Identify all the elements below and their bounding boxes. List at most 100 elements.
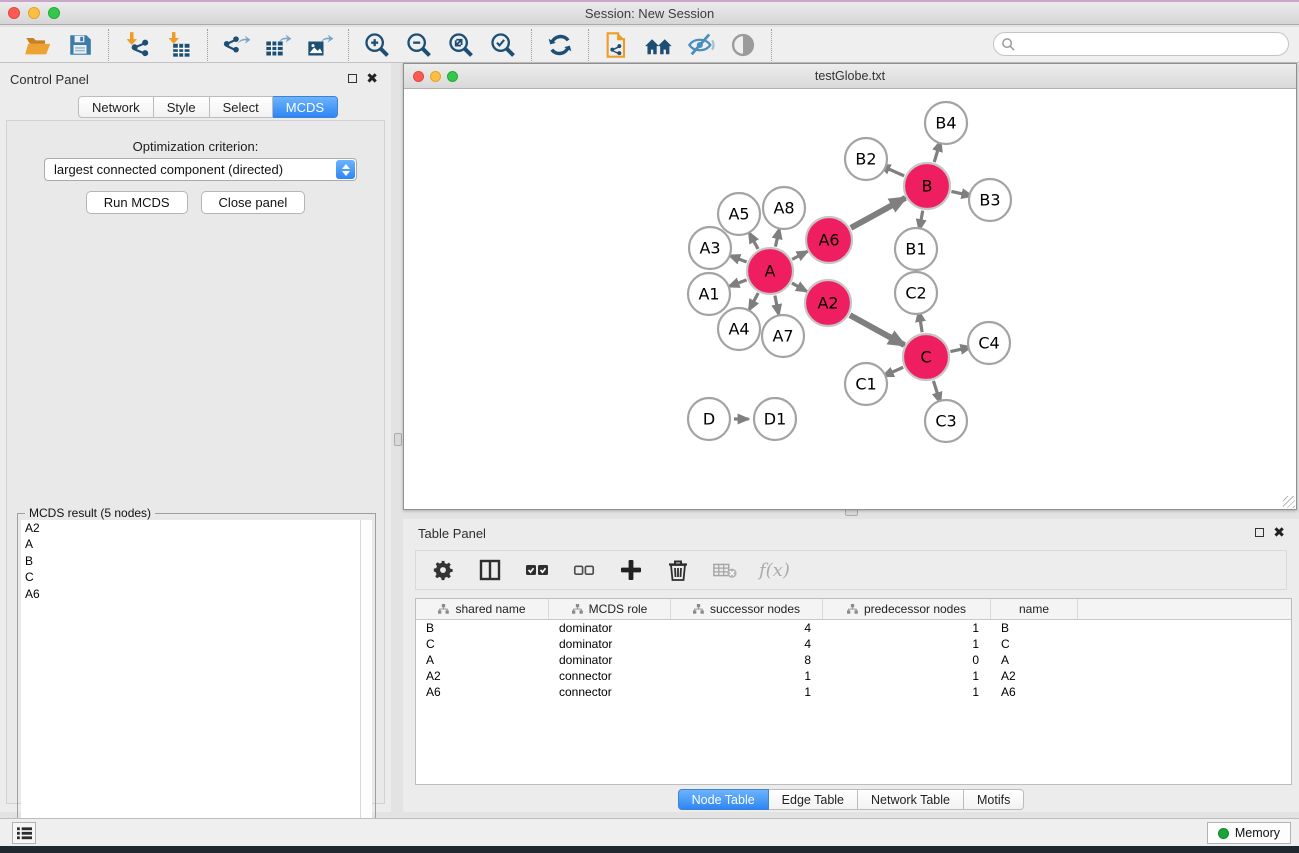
cell-name: C <box>991 636 1078 652</box>
control-panel-tabs: NetworkStyleSelectMCDS <box>78 96 338 118</box>
function-builder-icon[interactable]: f(x) <box>759 560 790 581</box>
select-stepper-icon <box>336 160 355 179</box>
mcds-result-item[interactable]: C <box>21 569 360 585</box>
graph-node-label: A2 <box>817 294 838 313</box>
cell-predecessor: 1 <box>823 684 991 700</box>
table-row[interactable]: A6connector11A6 <box>416 684 1291 700</box>
memory-button[interactable]: Memory <box>1207 822 1291 844</box>
table-row[interactable]: Cdominator41C <box>416 636 1291 652</box>
show-all-icon[interactable] <box>728 30 758 60</box>
close-table-panel-icon[interactable]: ✖ <box>1273 527 1285 537</box>
mcds-result-list[interactable]: A2ABCA6 <box>21 520 360 852</box>
open-file-icon[interactable] <box>23 30 53 60</box>
network-view-window: testGlobe.txt AA1A2A3A4A5A6A7A8BB1B2B3B4… <box>403 63 1297 510</box>
cell-predecessor: 0 <box>823 652 991 668</box>
graph-node-label: A7 <box>772 327 793 346</box>
table-row[interactable]: Adominator80A <box>416 652 1291 668</box>
graph-node-label: C3 <box>935 412 956 431</box>
close-panel-button[interactable]: Close panel <box>201 191 306 214</box>
criterion-select[interactable]: largest connected component (directed) <box>44 158 357 181</box>
mcds-result-item[interactable]: A <box>21 536 360 552</box>
vertical-divider-grip[interactable] <box>394 433 402 446</box>
graph-edge-A-A3[interactable] <box>729 255 746 262</box>
float-table-panel-icon[interactable] <box>1255 528 1264 537</box>
zoom-fit-icon[interactable] <box>446 30 476 60</box>
delete-table-icon[interactable] <box>712 557 738 583</box>
table-header-row: shared nameMCDS rolesuccessor nodesprede… <box>416 599 1291 620</box>
tab-network[interactable]: Network <box>78 96 154 118</box>
mcds-result-item[interactable]: B <box>21 553 360 569</box>
graph-edge-A-A8[interactable] <box>775 228 779 246</box>
table-body: Bdominator41BCdominator41CAdominator80AA… <box>416 620 1291 700</box>
cell-shared_name: A6 <box>416 684 549 700</box>
table-settings-icon[interactable] <box>430 557 456 583</box>
save-session-icon[interactable] <box>65 30 95 60</box>
deselect-all-icon[interactable] <box>571 557 597 583</box>
graph-node-label: C1 <box>855 375 876 394</box>
graph-edge-A-A1[interactable] <box>729 280 747 287</box>
cell-name: A <box>991 652 1078 668</box>
window-resize-grip[interactable] <box>1283 496 1295 508</box>
zoom-out-icon[interactable] <box>404 30 434 60</box>
import-table-icon[interactable] <box>164 30 194 60</box>
tab-network-table[interactable]: Network Table <box>858 789 964 810</box>
graph-edge-A6-B[interactable] <box>851 198 906 228</box>
column-header-predecessor-nodes[interactable]: predecessor nodes <box>823 599 991 619</box>
tab-node-table[interactable]: Node Table <box>678 789 769 810</box>
column-visibility-icon[interactable] <box>477 557 503 583</box>
zoom-selected-icon[interactable] <box>488 30 518 60</box>
column-header-shared-name[interactable]: shared name <box>416 599 549 619</box>
graph-edge-B-B1[interactable] <box>919 211 922 230</box>
graph-node-label: B2 <box>855 150 876 169</box>
status-bar: Memory <box>0 818 1299 846</box>
task-history-button[interactable] <box>12 822 36 844</box>
tab-style[interactable]: Style <box>154 96 210 118</box>
graph-edge-A-A7[interactable] <box>775 296 779 316</box>
graph-edge-C-C3[interactable] <box>933 381 940 403</box>
mcds-result-item[interactable]: A6 <box>21 586 360 602</box>
export-network-icon[interactable] <box>221 30 251 60</box>
tab-motifs[interactable]: Motifs <box>964 789 1024 810</box>
graph-edge-A2-C[interactable] <box>850 315 905 345</box>
column-type-icon <box>847 604 858 615</box>
column-header-name[interactable]: name <box>991 599 1078 619</box>
refresh-icon[interactable] <box>545 30 575 60</box>
export-image-icon[interactable] <box>305 30 335 60</box>
add-column-icon[interactable] <box>618 557 644 583</box>
graph-node-label: C <box>920 348 931 367</box>
graph-edge-A-A6[interactable] <box>792 251 808 259</box>
select-all-icon[interactable] <box>524 557 550 583</box>
tab-edge-table[interactable]: Edge Table <box>769 789 858 810</box>
search-input[interactable] <box>993 32 1289 56</box>
network-window-titlebar[interactable]: testGlobe.txt <box>404 64 1296 89</box>
optimization-criterion-label: Optimization criterion: <box>7 139 384 154</box>
network-graph-canvas[interactable]: AA1A2A3A4A5A6A7A8BB1B2B3B4CC1C2C3C4DD1 <box>405 90 1296 509</box>
import-network-icon[interactable] <box>122 30 152 60</box>
zoom-in-icon[interactable] <box>362 30 392 60</box>
duplicate-network-icon[interactable] <box>602 30 632 60</box>
float-panel-icon[interactable] <box>348 74 357 83</box>
graph-edge-A-A4[interactable] <box>749 293 758 310</box>
close-panel-icon[interactable]: ✖ <box>366 73 378 83</box>
column-header-successor-nodes[interactable]: successor nodes <box>671 599 823 619</box>
tab-select[interactable]: Select <box>210 96 273 118</box>
run-mcds-button[interactable]: Run MCDS <box>86 191 188 214</box>
hide-selected-icon[interactable] <box>686 30 716 60</box>
cell-name: B <box>991 620 1078 636</box>
tab-mcds[interactable]: MCDS <box>273 96 338 118</box>
table-row[interactable]: A2connector11A2 <box>416 668 1291 684</box>
table-row[interactable]: Bdominator41B <box>416 620 1291 636</box>
result-scrollbar[interactable] <box>360 520 372 852</box>
main-toolbar <box>0 27 1299 63</box>
graph-edge-A-A2[interactable] <box>792 283 807 291</box>
graph-edge-A-A5[interactable] <box>749 232 758 249</box>
cell-mcds_role: connector <box>549 684 671 700</box>
export-table-icon[interactable] <box>263 30 293 60</box>
delete-column-icon[interactable] <box>665 557 691 583</box>
column-type-icon <box>693 604 704 615</box>
first-neighbors-icon[interactable] <box>644 30 674 60</box>
mcds-result-item[interactable]: A2 <box>21 520 360 536</box>
column-header-MCDS-role[interactable]: MCDS role <box>549 599 671 619</box>
cell-predecessor: 1 <box>823 668 991 684</box>
graph-node-label: D <box>703 410 715 429</box>
